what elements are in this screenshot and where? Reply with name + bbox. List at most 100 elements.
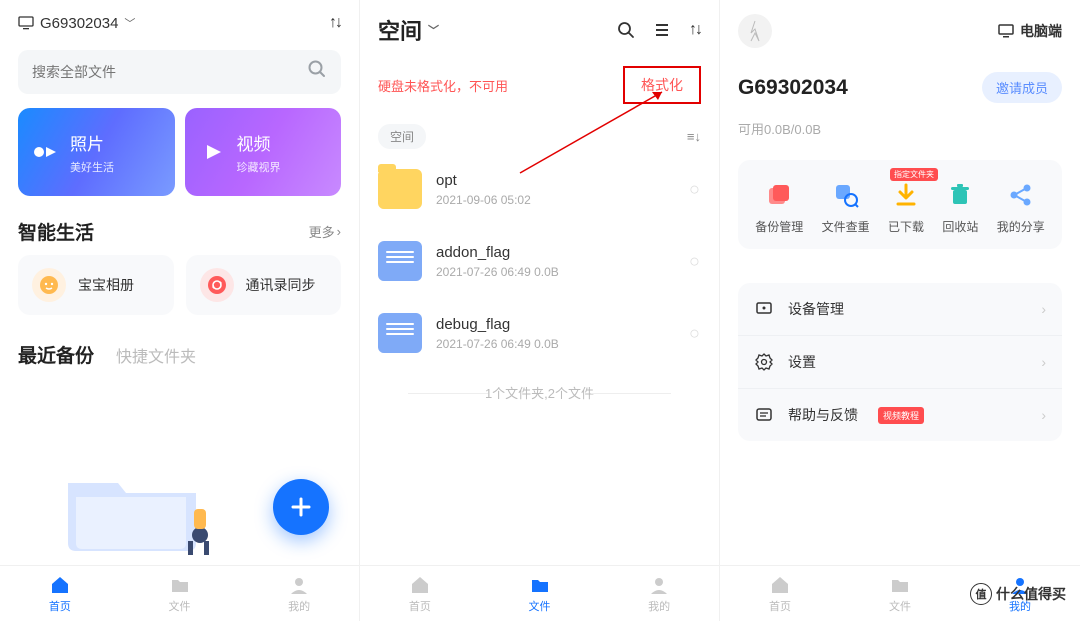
item-menu-icon[interactable]: ○ [689,251,701,272]
card-sub: 美好生活 [70,159,114,175]
device-id: G69302034 [40,15,118,32]
tool-label: 文件查重 [822,218,870,235]
plus-icon [289,495,313,519]
format-button[interactable]: 格式化 [623,66,701,104]
gear-icon [754,352,774,372]
tool-label: 备份管理 [755,218,803,235]
more-link[interactable]: 更多› [309,222,341,241]
bottom-nav: 首页 文件 我的 [360,565,719,621]
device-selector[interactable]: G69302034 ﹀ [18,15,135,32]
tile-label: 通讯录同步 [246,275,316,295]
menu-device-manage[interactable]: 设备管理 › [738,283,1062,335]
user-icon [288,574,310,596]
chevron-right-icon: › [1041,301,1046,317]
home-icon [769,574,791,596]
search-input[interactable] [32,64,307,80]
nav-mine[interactable]: 我的 [599,566,719,621]
breadcrumb[interactable]: 空间 [378,124,426,149]
tab-quick-folders[interactable]: 快捷文件夹 [116,343,196,367]
list-item[interactable]: opt2021-09-06 05:02 ○ [378,153,701,225]
tool-trash[interactable]: 回收站 [942,180,978,235]
tool-label: 已下载 [888,218,924,235]
pc-client-link[interactable]: 电脑端 [998,21,1062,41]
duplicate-icon [831,180,861,210]
avatar-icon [745,19,765,43]
card-title: 视频 [237,130,281,155]
nav-files[interactable]: 文件 [120,566,240,621]
tool-share[interactable]: 我的分享 [997,180,1045,235]
chevron-down-icon: ﹀ [124,15,135,31]
file-list: opt2021-09-06 05:02 ○ addon_flag 2021-07-… [360,153,719,416]
document-icon [378,241,422,281]
list-item[interactable]: debug_flag 2021-07-26 06:49 0.0B ○ [378,297,701,369]
nav-home[interactable]: 首页 [360,566,480,621]
nav-files[interactable]: 文件 [480,566,600,621]
card-title: 照片 [70,130,114,155]
menu-settings[interactable]: 设置 › [738,335,1062,388]
tool-duplicate[interactable]: 文件查重 [822,180,870,235]
file-meta: 2021-07-26 06:49 0.0B [436,265,675,279]
monitor-icon [18,16,34,30]
tool-downloaded[interactable]: 指定文件夹 已下载 [888,180,924,235]
file-meta: 2021-07-26 06:49 0.0B [436,337,675,351]
transfer-icon[interactable]: ↑↓ [689,21,701,39]
share-icon [1006,180,1036,210]
photos-card[interactable]: 照片 美好生活 [18,108,175,196]
menu-label: 设备管理 [788,299,844,319]
chevron-right-icon: › [1041,354,1046,370]
sort-icon[interactable]: ≡↓ [687,129,701,144]
item-menu-icon[interactable]: ○ [689,323,701,344]
bottom-nav: 首页 文件 我的 [0,565,359,621]
trash-icon [945,180,975,210]
download-icon [891,180,921,210]
menu-label: 设置 [788,352,816,372]
nav-files[interactable]: 文件 [840,566,960,621]
videos-card[interactable]: 视频 珍藏视界 [185,108,342,196]
avatar[interactable] [738,14,772,48]
chevron-right-icon: › [337,224,341,239]
invite-button[interactable]: 邀请成员 [982,72,1062,103]
chevron-right-icon: › [1041,407,1046,423]
backup-icon [764,180,794,210]
tool-label: 我的分享 [997,218,1045,235]
card-sub: 珍藏视界 [237,159,281,175]
file-meta: 2021-09-06 05:02 [436,193,675,207]
menu-badge: 视频教程 [878,407,924,424]
home-icon [49,574,71,596]
transfer-icon[interactable]: ↑↓ [329,14,341,32]
file-name: debug_flag [436,316,675,333]
list-item[interactable]: addon_flag 2021-07-26 06:49 0.0B ○ [378,225,701,297]
storage-usage: 可用0.0B/0.0B [720,113,1080,152]
menu-help[interactable]: 帮助与反馈 视频教程 › [738,388,1062,441]
nav-mine[interactable]: 我的 [239,566,359,621]
chevron-down-icon: ﹀ [428,22,439,38]
folder-illustration [28,453,248,563]
smart-life-title: 智能生活 [18,218,94,245]
menu-label: 帮助与反馈 [788,405,858,425]
device-id: G69302034 [738,76,848,100]
search-input-wrap[interactable] [18,50,341,94]
folder-icon [889,574,911,596]
user-icon [648,574,670,596]
contacts-sync-tile[interactable]: 通讯录同步 [186,255,342,315]
item-menu-icon[interactable]: ○ [689,179,701,200]
folder-icon [529,574,551,596]
sync-icon [200,268,234,302]
search-icon[interactable] [617,21,635,39]
baby-album-tile[interactable]: 宝宝相册 [18,255,174,315]
device-icon [754,299,774,319]
menu-icon[interactable] [653,21,671,39]
settings-menu: 设备管理 › 设置 › 帮助与反馈 视频教程 › [738,283,1062,441]
tool-backup[interactable]: 备份管理 [755,180,803,235]
space-title[interactable]: 空间﹀ [378,14,439,46]
folder-icon [169,574,191,596]
monitor-icon [998,24,1014,38]
nav-home[interactable]: 首页 [0,566,120,621]
home-icon [409,574,431,596]
document-icon [378,313,422,353]
tab-recent-backup[interactable]: 最近备份 [18,341,94,368]
add-button[interactable] [273,479,329,535]
nav-home[interactable]: 首页 [720,566,840,621]
file-name: addon_flag [436,244,675,261]
tile-label: 宝宝相册 [78,275,134,295]
